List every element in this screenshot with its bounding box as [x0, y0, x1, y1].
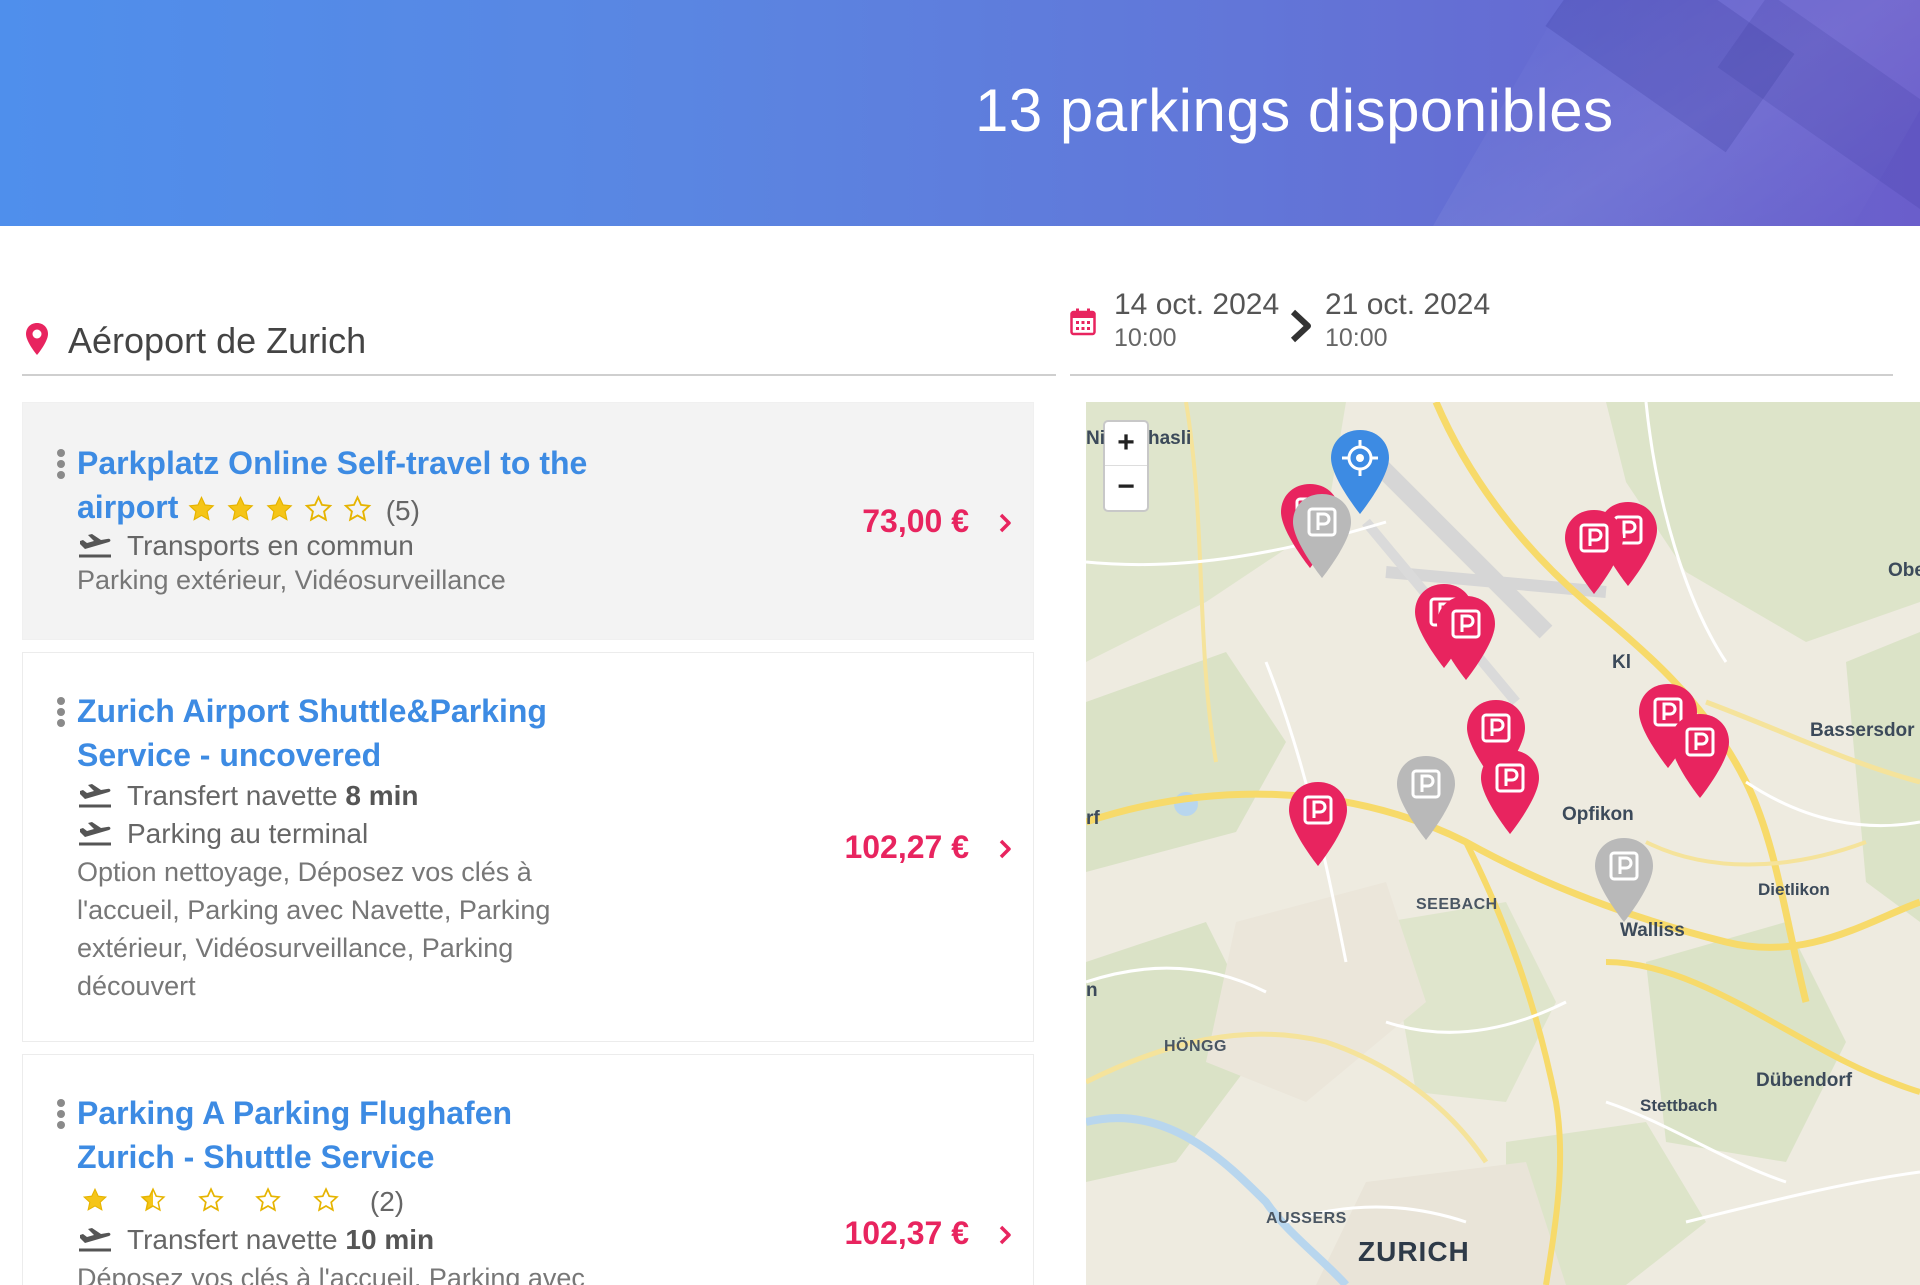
star-full-icon [82, 1187, 108, 1211]
map-label: Bassersdor [1810, 720, 1915, 741]
more-options-icon[interactable] [57, 697, 67, 729]
plane-takeoff-icon [79, 784, 111, 808]
parking-pin-icon [1671, 714, 1729, 798]
parking-listing[interactable]: Zurich Airport Shuttle&Parking Service -… [22, 652, 1034, 1042]
listing-price[interactable]: 73,00 € [862, 503, 969, 540]
star-full-icon [266, 496, 293, 522]
header-banner: 13 parkings disponibles [0, 0, 1920, 226]
map-label: hasli [1148, 428, 1192, 449]
chevron-right-icon[interactable] [997, 1223, 1013, 1247]
feature-row: Transfert navette 8 min [77, 777, 419, 815]
plane-takeoff-icon [79, 1228, 111, 1252]
location-field[interactable]: Aéroport de Zurich [22, 300, 1056, 376]
start-time-value: 10:00 [1114, 324, 1177, 352]
listing-title[interactable]: Parkplatz Online Self-travel to the airp… [77, 441, 597, 533]
chevron-right-icon[interactable] [997, 511, 1013, 535]
star-rating: (5) [187, 486, 420, 533]
map-label: Dietlikon [1758, 880, 1830, 899]
parking-listing[interactable]: Parkplatz Online Self-travel to the airp… [22, 402, 1034, 640]
star-rating: (2) [77, 1181, 404, 1221]
chevron-right-icon [1290, 309, 1311, 343]
map-label: ZURICH [1358, 1236, 1470, 1267]
parking-pin-icon [1397, 756, 1455, 840]
end-date[interactable]: 21 oct. 2024 10:00 [1325, 288, 1490, 353]
parking-pin-icon [1289, 782, 1347, 866]
star-full-icon [188, 496, 215, 522]
listing-price[interactable]: 102,27 € [844, 829, 969, 866]
feature-row: Transports en commun [77, 527, 414, 565]
listing-title-text: Parking A Parking Flughafen Zurich - Shu… [77, 1095, 513, 1175]
plane-takeoff-icon [79, 822, 111, 846]
page-title: 13 parkings disponibles [975, 77, 1614, 144]
zoom-control: + − [1103, 420, 1149, 512]
map-label: HÖNGG [1164, 1038, 1227, 1055]
map-label: n [1086, 980, 1098, 1001]
feature-text: Transfert navette [127, 1224, 338, 1255]
chevron-right-icon[interactable] [997, 837, 1013, 861]
parking-marker[interactable] [1665, 710, 1735, 804]
parking-marker[interactable] [1475, 746, 1545, 840]
start-date-value: 14 oct. 2024 [1114, 288, 1280, 321]
map-label: Kl [1612, 652, 1631, 673]
location-pin-icon [26, 323, 48, 355]
map-label: Ni [1086, 428, 1105, 449]
star-empty-icon [197, 1186, 224, 1212]
map-label: Dübendorf [1756, 1070, 1853, 1091]
listing-description: Option nettoyage, Déposez vos clés à l'a… [77, 857, 551, 1001]
listing-price[interactable]: 102,37 € [844, 1215, 969, 1252]
star-empty-icon [313, 1186, 339, 1212]
more-options-icon[interactable] [57, 449, 67, 481]
star-half-icon [140, 1187, 166, 1212]
listing-description: Déposez vos clés à l'accueil, Parking av… [77, 1263, 585, 1285]
zoom-out-button[interactable]: − [1105, 466, 1147, 510]
map[interactable]: + − Ni hasli Obe Kl Bassersdor rf Opfiko… [1086, 402, 1920, 1285]
parking-marker[interactable] [1283, 778, 1353, 872]
map-background [1086, 402, 1920, 1285]
more-options-icon[interactable] [57, 1099, 67, 1131]
feature-text: Transfert navette [127, 780, 338, 811]
date-range-field[interactable]: 14 oct. 2024 10:00 21 oct. 2024 10:00 [1070, 284, 1893, 376]
feature-row: Parking au terminal [77, 815, 368, 853]
listing-description: Parking extérieur, Vidéosurveillance [77, 565, 506, 595]
rating-count: (2) [369, 1186, 405, 1218]
listing-title[interactable]: Parking A Parking Flughafen Zurich - Shu… [77, 1091, 597, 1179]
parking-pin-icon [1481, 750, 1539, 834]
end-time-value: 10:00 [1325, 324, 1388, 352]
star-empty-icon [255, 1186, 282, 1212]
parking-marker[interactable] [1287, 490, 1357, 584]
star-empty-icon [304, 495, 333, 522]
end-date-value: 21 oct. 2024 [1325, 288, 1491, 321]
zoom-in-button[interactable]: + [1105, 422, 1147, 466]
parking-pin-icon [1437, 596, 1495, 680]
feature-row: Transfert navette 10 min [77, 1221, 434, 1259]
star-full-icon [227, 496, 254, 522]
parking-pin-icon [1595, 838, 1653, 922]
plane-takeoff-icon [79, 534, 111, 558]
start-date[interactable]: 14 oct. 2024 10:00 [1114, 288, 1279, 353]
map-label: rf [1086, 808, 1100, 829]
rating-count: (5) [385, 494, 420, 526]
star-empty-icon [343, 495, 372, 522]
parking-listing[interactable]: Parking A Parking Flughafen Zurich - Shu… [22, 1054, 1034, 1285]
feature-duration: 8 min [345, 780, 419, 811]
listing-title-text: Zurich Airport Shuttle&Parking Service -… [77, 693, 547, 773]
feature-text: Transports en commun [127, 530, 414, 561]
map-label: AUSSERS [1266, 1210, 1347, 1227]
parking-marker[interactable] [1431, 592, 1501, 686]
calendar-icon [1070, 308, 1096, 336]
map-label: Obe [1888, 560, 1920, 581]
location-value: Aéroport de Zurich [68, 320, 367, 361]
map-label: Opfikon [1562, 804, 1634, 825]
parking-pin-icon [1293, 494, 1351, 578]
map-label: SEEBACH [1416, 896, 1498, 913]
feature-duration: 10 min [345, 1224, 435, 1255]
parking-pin-icon [1565, 510, 1623, 594]
parking-marker[interactable] [1391, 752, 1461, 846]
parking-marker[interactable] [1589, 834, 1659, 928]
parking-marker[interactable] [1559, 506, 1629, 600]
listing-title[interactable]: Zurich Airport Shuttle&Parking Service -… [77, 689, 597, 777]
map-label: Stettbach [1640, 1096, 1718, 1115]
feature-text: Parking au terminal [127, 818, 369, 849]
